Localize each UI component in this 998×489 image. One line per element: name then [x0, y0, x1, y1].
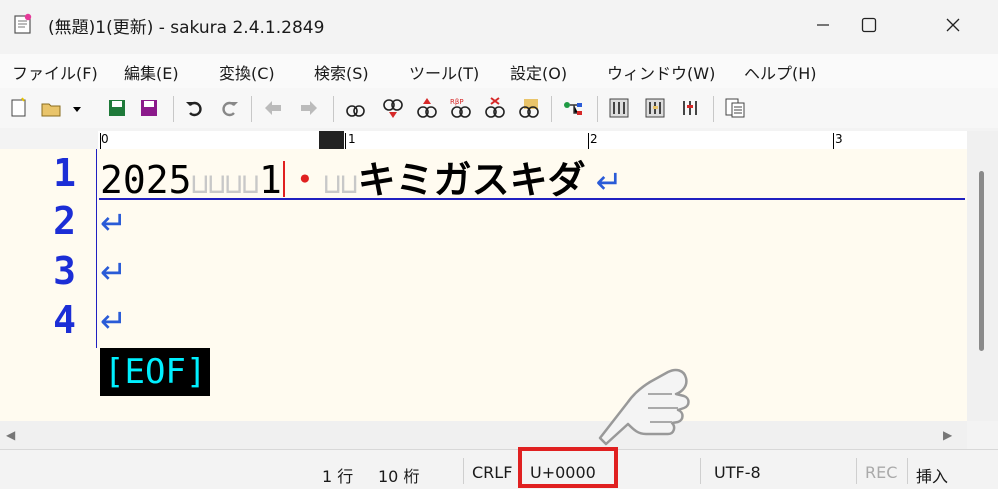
status-eol[interactable]: CRLF — [472, 463, 512, 482]
minimize-button[interactable] — [800, 0, 846, 50]
maximize-button[interactable] — [846, 0, 892, 50]
newline-mark-4: ↵ — [100, 302, 127, 340]
cursor-underline — [99, 198, 965, 200]
open-folder-icon[interactable] — [40, 97, 62, 119]
text-cursor — [282, 161, 285, 197]
ruler-label-2: 2 — [590, 132, 598, 146]
outline-icon[interactable] — [562, 97, 584, 119]
status-bar: 1 行 10 桁 CRLF U+0000 UTF-8 REC 挿入 — [0, 449, 998, 489]
menu-edit[interactable]: 編集(E) — [124, 60, 179, 84]
menu-settings[interactable]: 設定(O) — [510, 60, 567, 84]
vertical-scrollbar[interactable] — [967, 131, 998, 421]
scroll-right-icon[interactable]: ▶ — [943, 428, 952, 442]
ruler-label-3: 3 — [835, 132, 843, 146]
newline-mark-3: ↵ — [100, 253, 127, 291]
minimize-icon — [817, 24, 829, 26]
replace-icon[interactable]: RβP — [450, 97, 472, 119]
text-kana: キミガスキダ — [357, 158, 586, 202]
status-column: 10 桁 — [378, 467, 420, 486]
window-list-icon[interactable] — [724, 97, 746, 119]
close-button[interactable] — [930, 0, 976, 50]
menu-tools[interactable]: ツール(T) — [409, 60, 479, 84]
text-year: 2025 — [100, 158, 192, 202]
close-icon — [946, 18, 960, 32]
newline-mark-2: ↵ — [100, 204, 127, 242]
undo-icon[interactable] — [184, 97, 206, 119]
menu-help[interactable]: ヘルプ(H) — [744, 60, 817, 84]
status-encoding[interactable]: UTF-8 — [714, 463, 761, 482]
svg-text:RβP: RβP — [450, 98, 464, 106]
line-number-3: 3 — [53, 249, 76, 293]
save-all-icon[interactable] — [138, 97, 160, 119]
window-title: (無題)1(更新) - sakura 2.4.1.2849 — [48, 18, 325, 38]
menu-search[interactable]: 検索(S) — [314, 60, 369, 84]
find-icon[interactable] — [344, 97, 366, 119]
settings-type-icon[interactable] — [644, 97, 666, 119]
eof-marker: [EOF] — [100, 348, 211, 396]
line-number-4: 4 — [53, 298, 76, 342]
save-icon[interactable] — [106, 97, 128, 119]
status-rec: REC — [865, 463, 898, 482]
ruler-label-1: 1 — [348, 132, 356, 146]
settings-common-icon[interactable] — [608, 97, 630, 119]
line-number-gutter: 1 2 3 4 — [0, 149, 97, 348]
line-number-2: 2 — [53, 199, 76, 243]
sakura-app-icon[interactable] — [13, 13, 33, 35]
editor-line-1: 2025⊔⊔⊔⊔1 ・⊔⊔キミガスキダ ↵ — [100, 149, 623, 202]
column-ruler: 0 1 2 3 — [98, 131, 967, 150]
ruler-cursor-marker — [319, 131, 344, 149]
horizontal-scrollbar[interactable]: ◀ ▶ — [0, 421, 967, 449]
editor-area[interactable]: 1 2 3 4 2025⊔⊔⊔⊔1 ・⊔⊔キミガスキダ ↵ ↵ ↵ ↵ [EOF] — [0, 149, 967, 421]
status-row: 1 行 — [322, 467, 354, 486]
redo-icon[interactable] — [218, 97, 240, 119]
menu-file[interactable]: ファイル(F) — [12, 60, 98, 84]
text-mark: ・ — [285, 158, 324, 202]
status-insert-mode[interactable]: 挿入 — [916, 463, 948, 487]
find-next-icon[interactable] — [382, 97, 404, 119]
jump-back-icon[interactable] — [262, 97, 284, 119]
grep-icon[interactable] — [518, 97, 540, 119]
scroll-left-icon[interactable]: ◀ — [6, 428, 15, 442]
menu-convert[interactable]: 変換(C) — [219, 60, 275, 84]
editor-line-3: ↵ — [100, 253, 127, 303]
menu-window[interactable]: ウィンドウ(W) — [607, 60, 715, 84]
newline-mark-1: ↵ — [595, 163, 623, 201]
toolbar: RβP — [0, 88, 998, 128]
title-bar: (無題)1(更新) - sakura 2.4.1.2849 — [0, 0, 998, 50]
codepoint-highlight-box — [518, 447, 618, 488]
maximize-icon — [861, 17, 877, 33]
editor-line-2: ↵ — [100, 204, 127, 254]
line-number-1: 1 — [53, 151, 76, 195]
open-dropdown-icon[interactable] — [70, 97, 84, 119]
ruler-label-0: 0 — [101, 132, 109, 146]
find-prev-icon[interactable] — [416, 97, 438, 119]
text-digit: 1 — [258, 158, 282, 202]
editor-line-4: ↵ — [100, 302, 127, 352]
whitespace-marks-2: ⊔⊔ — [323, 167, 358, 200]
vertical-scroll-thumb[interactable] — [979, 171, 984, 351]
jump-forward-icon[interactable] — [298, 97, 320, 119]
clear-highlight-icon[interactable] — [484, 97, 506, 119]
new-file-icon[interactable] — [8, 97, 30, 119]
menu-bar: ファイル(F) 編集(E) 変換(C) 検索(S) ツール(T) 設定(O) ウ… — [0, 54, 998, 88]
pointing-hand-icon — [598, 368, 690, 446]
whitespace-marks: ⊔⊔⊔⊔ — [191, 167, 259, 200]
settings-font-icon[interactable] — [680, 97, 702, 119]
